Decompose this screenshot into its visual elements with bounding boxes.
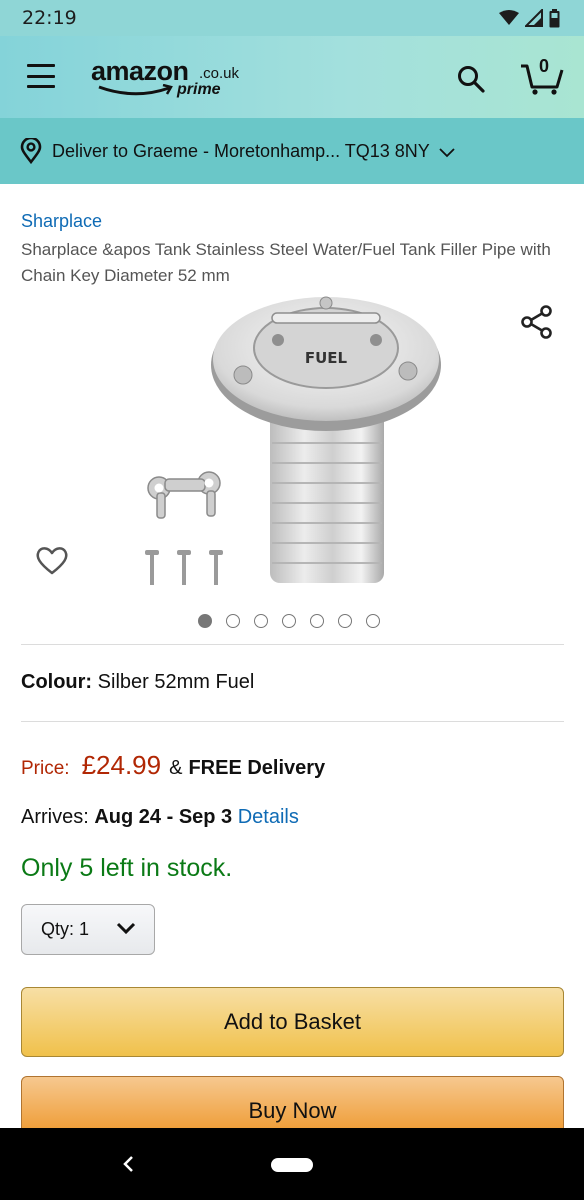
stock-status: Only 5 left in stock. <box>21 854 233 882</box>
deliver-text: Deliver to Graeme - Moretonhamp... TQ13 … <box>52 140 430 161</box>
arrives-label: Arrives: <box>21 806 89 828</box>
qty-label: Qty: <box>41 919 75 939</box>
product-title: Sharplace &apos Tank Stainless Steel Wat… <box>21 240 551 285</box>
image-carousel-dots <box>198 614 380 628</box>
carousel-dot[interactable] <box>282 614 296 628</box>
colour-value: Silber 52mm Fuel <box>97 671 255 693</box>
carousel-dot[interactable] <box>310 614 324 628</box>
fuel-label: FUEL <box>305 349 348 367</box>
colour-label: Colour: <box>21 671 93 693</box>
heart-icon[interactable] <box>34 542 70 578</box>
brand-link[interactable]: Sharplace <box>21 211 102 232</box>
quantity-select[interactable]: Qty: 1 <box>21 904 155 955</box>
logo-tld: .co.uk <box>199 65 240 82</box>
arrival-dates: Aug 24 - Sep 3 <box>94 806 233 828</box>
status-bar: 22:19 <box>0 0 584 36</box>
carousel-dot[interactable] <box>226 614 240 628</box>
carousel-dot[interactable] <box>366 614 380 628</box>
system-nav-bar <box>0 1128 584 1200</box>
amazon-logo[interactable]: amazon .co.uk prime <box>91 56 261 100</box>
app-header: amazon .co.uk prime 0 <box>0 36 584 118</box>
free-delivery-label: FREE Delivery <box>188 757 326 779</box>
divider <box>21 644 564 645</box>
logo-word: amazon <box>91 56 189 86</box>
price-amp: & <box>169 757 183 779</box>
wifi-icon <box>499 10 519 25</box>
logo-prime: prime <box>177 81 221 98</box>
details-link[interactable]: Details <box>238 806 299 828</box>
carousel-dot[interactable] <box>254 614 268 628</box>
arrival-row: Arrives: Aug 24 - Sep 3 Details <box>21 806 299 829</box>
add-to-basket-button[interactable]: Add to Basket <box>21 987 564 1057</box>
colour-row: Colour: Silber 52mm Fuel <box>21 671 254 694</box>
battery-icon <box>549 8 560 27</box>
back-icon[interactable] <box>118 1153 140 1175</box>
share-icon[interactable] <box>520 305 554 339</box>
chevron-down-icon <box>439 148 455 158</box>
status-icons <box>499 8 560 28</box>
search-icon[interactable] <box>456 64 486 94</box>
cart-count: 0 <box>539 56 550 76</box>
carousel-dot[interactable] <box>198 614 212 628</box>
price-label: Price: <box>21 758 70 779</box>
status-time: 22:19 <box>22 7 77 29</box>
chevron-down-icon <box>116 922 136 935</box>
carousel-dot[interactable] <box>338 614 352 628</box>
cart-button[interactable]: 0 <box>519 56 565 96</box>
price-row: Price: £24.99 & FREE Delivery <box>21 750 325 781</box>
location-pin-icon <box>20 138 42 164</box>
home-pill-icon[interactable] <box>271 1158 313 1172</box>
qty-value: 1 <box>79 919 90 939</box>
menu-icon[interactable] <box>27 64 55 88</box>
price-value: £24.99 <box>81 750 162 780</box>
signal-icon <box>525 9 543 27</box>
divider <box>21 721 564 722</box>
logo-smile-icon <box>98 84 173 96</box>
product-image[interactable]: FUEL <box>140 293 450 593</box>
deliver-to-bar[interactable]: Deliver to Graeme - Moretonhamp... TQ13 … <box>0 118 584 184</box>
